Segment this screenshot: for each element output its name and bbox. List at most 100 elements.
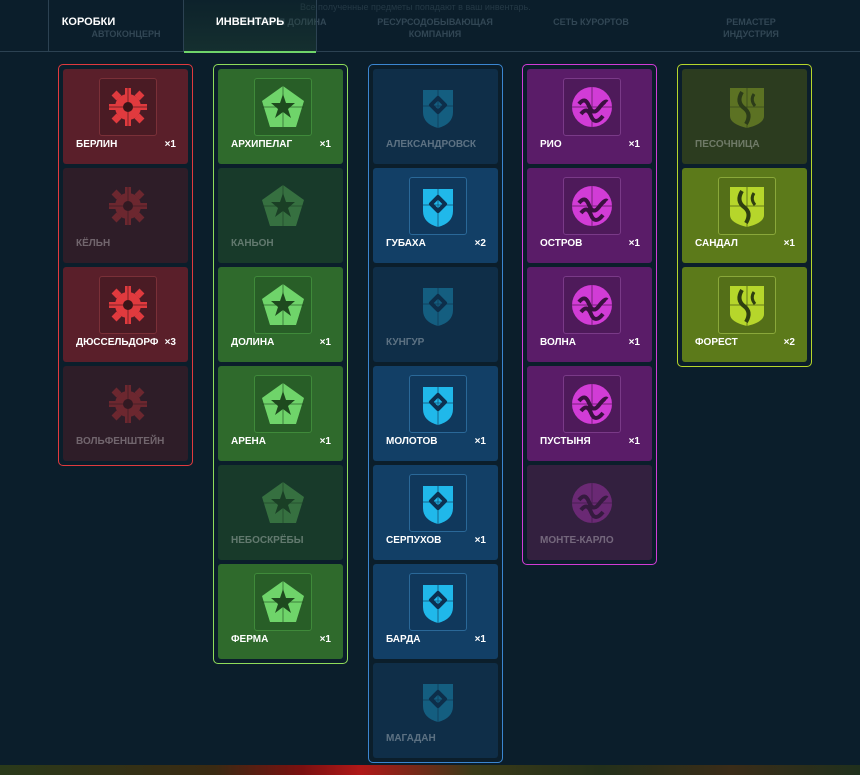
wave-puzzle-icon (563, 474, 621, 532)
item-quantity: ×1 (319, 634, 331, 645)
item-name: КЁЛЬН (76, 238, 111, 249)
item-quantity: ×1 (628, 436, 640, 447)
collection-item-card[interactable]: САНДАЛ ×1 (682, 168, 807, 263)
tab-boxes[interactable]: КОРОБКИ (48, 0, 128, 52)
background-header-ghost: Все полученные предметы попадают в ваш и… (0, 0, 860, 52)
item-name: БАРДА (386, 634, 421, 645)
wave-puzzle-icon (563, 375, 621, 433)
collection-item-card[interactable]: РИО ×1 (527, 69, 652, 164)
item-name: ДОЛИНА (231, 337, 275, 348)
collection-column-red: БЕРЛИН ×1 КЁЛЬН ДЮССЕЛЬДОРФ ×3 ВОЛЬФЕНШТ… (58, 64, 193, 466)
background-image-strip (0, 765, 860, 775)
collection-item-card[interactable]: ГУБАХА ×2 (373, 168, 498, 263)
collection-item-card[interactable]: ФЕРМА ×1 (218, 564, 343, 659)
collection-item-card[interactable]: СЕРПУХОВ ×1 (373, 465, 498, 560)
collection-item-card[interactable]: ФОРЕСТ ×2 (682, 267, 807, 362)
item-quantity: ×2 (474, 238, 486, 249)
pentagon-puzzle-icon (254, 573, 312, 631)
item-quantity: ×1 (164, 139, 176, 150)
collection-column-olive: ПЕСОЧНИЦА САНДАЛ ×1 ФОРЕСТ ×2 (677, 64, 812, 367)
gear-puzzle-icon (99, 78, 157, 136)
collection-item-card[interactable]: МОНТЕ-КАРЛО (527, 465, 652, 560)
item-quantity: ×1 (474, 634, 486, 645)
collection-item-card[interactable]: МОЛОТОВ ×1 (373, 366, 498, 461)
top-tab-bar: Все полученные предметы попадают в ваш и… (0, 0, 860, 53)
shield-puzzle-icon (409, 276, 467, 334)
item-name: МОНТЕ-КАРЛО (540, 535, 614, 546)
collection-item-card[interactable]: КУНГУР (373, 267, 498, 362)
item-name: АЛЕКСАНДРОВСК (386, 139, 477, 150)
wave-puzzle-icon (563, 78, 621, 136)
collection-item-card[interactable]: ДЮССЕЛЬДОРФ ×3 (63, 267, 188, 362)
item-name: ДЮССЕЛЬДОРФ (76, 337, 159, 348)
collection-item-card[interactable]: ОСТРОВ ×1 (527, 168, 652, 263)
collection-item-card[interactable]: БАРДА ×1 (373, 564, 498, 659)
collection-item-card[interactable]: НЕБОСКРЁБЫ (218, 465, 343, 560)
item-name: МАГАДАН (386, 733, 436, 744)
tab-inventory[interactable]: ИНВЕНТАРЬ (183, 0, 317, 53)
item-quantity: ×1 (319, 436, 331, 447)
wave-puzzle-icon (563, 276, 621, 334)
collection-item-card[interactable]: ВОЛЬФЕНШТЕЙН (63, 366, 188, 461)
gear-puzzle-icon (99, 276, 157, 334)
item-quantity: ×1 (319, 337, 331, 348)
shield-puzzle-icon (409, 177, 467, 235)
item-name: ГУБАХА (386, 238, 426, 249)
collection-item-card[interactable]: АРХИПЕЛАГ ×1 (218, 69, 343, 164)
item-quantity: ×1 (474, 436, 486, 447)
item-name: СЕРПУХОВ (386, 535, 442, 546)
ghost-category: РЕСУРСОДОБЫВАЮЩАЯ КОМПАНИЯ (377, 17, 493, 39)
item-name: ФОРЕСТ (695, 337, 738, 348)
item-name: КАНЬОН (231, 238, 274, 249)
item-name: АРЕНА (231, 436, 267, 447)
shield-puzzle-icon (409, 672, 467, 730)
shield-puzzle-icon (409, 78, 467, 136)
collection-item-card[interactable]: КЁЛЬН (63, 168, 188, 263)
ghost-hint-text: Все полученные предметы попадают в ваш и… (300, 2, 531, 12)
item-quantity: ×1 (628, 337, 640, 348)
collection-item-card[interactable]: ПУСТЫНЯ ×1 (527, 366, 652, 461)
collection-item-card[interactable]: АЛЕКСАНДРОВСК (373, 69, 498, 164)
gear-puzzle-icon (99, 375, 157, 433)
item-quantity: ×3 (164, 337, 176, 348)
collection-item-card[interactable]: МАГАДАН (373, 663, 498, 758)
item-name: АРХИПЕЛАГ (231, 139, 293, 150)
item-quantity: ×1 (319, 139, 331, 150)
collection-item-card[interactable]: ПЕСОЧНИЦА (682, 69, 807, 164)
collection-item-card[interactable]: КАНЬОН (218, 168, 343, 263)
item-name: ПЕСОЧНИЦА (695, 139, 760, 150)
item-quantity: ×2 (783, 337, 795, 348)
item-quantity: ×1 (783, 238, 795, 249)
shield-puzzle-icon (409, 375, 467, 433)
ghost-category: РЕМАСТЕР ИНДУСТРИЯ (723, 17, 779, 39)
pentagon-puzzle-icon (254, 276, 312, 334)
collection-item-card[interactable]: ДОЛИНА ×1 (218, 267, 343, 362)
item-name: РИО (540, 139, 562, 150)
collection-column-purple: РИО ×1 ОСТРОВ ×1 ВОЛНА ×1 ПУСТЫНЯ ×1 МОНТЕ-К… (522, 64, 657, 565)
badge-puzzle-icon (718, 78, 776, 136)
item-name: ВОЛЬФЕНШТЕЙН (76, 436, 165, 447)
pentagon-puzzle-icon (254, 78, 312, 136)
pentagon-puzzle-icon (254, 375, 312, 433)
item-name: ВОЛНА (540, 337, 576, 348)
item-quantity: ×1 (628, 139, 640, 150)
item-name: САНДАЛ (695, 238, 738, 249)
collection-item-card[interactable]: АРЕНА ×1 (218, 366, 343, 461)
item-name: ФЕРМА (231, 634, 269, 645)
wave-puzzle-icon (563, 177, 621, 235)
badge-puzzle-icon (718, 276, 776, 334)
collection-item-card[interactable]: ВОЛНА ×1 (527, 267, 652, 362)
item-name: БЕРЛИН (76, 139, 118, 150)
item-name: МОЛОТОВ (386, 436, 438, 447)
collection-column-blue: АЛЕКСАНДРОВСК ГУБАХА ×2 КУНГУР МОЛОТОВ ×1 … (368, 64, 503, 763)
badge-puzzle-icon (718, 177, 776, 235)
item-name: ОСТРОВ (540, 238, 583, 249)
pentagon-puzzle-icon (254, 474, 312, 532)
item-name: НЕБОСКРЁБЫ (231, 535, 304, 546)
collection-item-card[interactable]: БЕРЛИН ×1 (63, 69, 188, 164)
collection-column-green: АРХИПЕЛАГ ×1 КАНЬОН ДОЛИНА ×1 АРЕНА ×1 НЕБО… (213, 64, 348, 664)
pentagon-puzzle-icon (254, 177, 312, 235)
shield-puzzle-icon (409, 573, 467, 631)
ghost-category: СЕТЬ КУРОРТОВ (553, 17, 629, 27)
gear-puzzle-icon (99, 177, 157, 235)
